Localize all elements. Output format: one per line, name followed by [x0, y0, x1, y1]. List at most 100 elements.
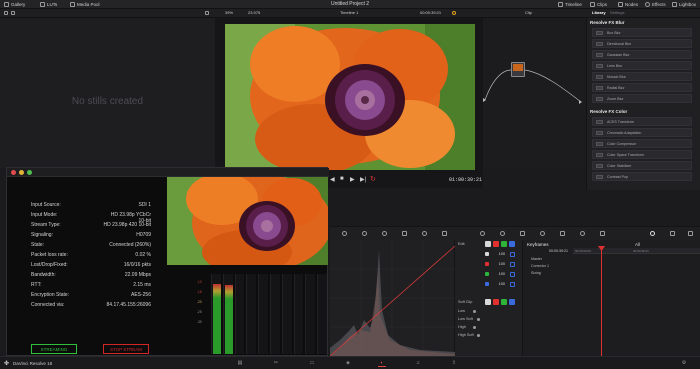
corrector-node[interactable] [511, 62, 525, 77]
channel-toggle[interactable] [510, 252, 515, 257]
color-match-icon[interactable] [362, 231, 367, 236]
stop-icon[interactable]: ■ [340, 176, 344, 182]
slider-handle[interactable] [473, 310, 476, 313]
soft-red-swatch[interactable] [493, 299, 499, 305]
clips-button[interactable]: Clips [590, 1, 607, 8]
maximize-window-icon[interactable] [27, 170, 32, 175]
keyframe-track[interactable]: Sizing [525, 270, 571, 276]
keyframe-track[interactable]: Master [525, 256, 571, 262]
channel-toggle[interactable] [510, 272, 515, 277]
more-options-icon[interactable] [205, 11, 209, 15]
minimize-window-icon[interactable] [19, 170, 24, 175]
effects-button[interactable]: Effects [645, 1, 666, 8]
channel-toggle[interactable] [510, 282, 515, 287]
streaming-button[interactable]: STREAMING [31, 344, 77, 354]
fx-item[interactable]: Color Compressor [592, 139, 692, 148]
library-group-title: Resolve FX Color [590, 109, 628, 114]
fx-item[interactable]: Color Stabilizer [592, 161, 692, 170]
highlight-icon[interactable] [452, 11, 456, 15]
sizing-icon[interactable] [600, 231, 605, 236]
meter-channel [234, 274, 245, 354]
cut-page-icon[interactable]: ✂ [272, 360, 280, 367]
lightbox-button[interactable]: Lightbox [672, 1, 696, 8]
timeline-button[interactable]: Timeline [558, 1, 582, 8]
fx-item[interactable]: Contrast Pop [592, 172, 692, 181]
fairlight-page-icon[interactable]: ♫ [414, 360, 422, 367]
fusion-page-icon[interactable]: ◈ [344, 360, 352, 367]
keyframes-ruler[interactable]: 00:00:00:00 00:00:39:21 [573, 248, 700, 254]
stream-field-label: Encryption State: [31, 292, 70, 298]
viewer-panel: ◀ ■ ▶ ▶| ↻ 01:00:39:21 [215, 18, 483, 188]
grid-view-icon[interactable] [4, 11, 8, 15]
slider-handle[interactable] [473, 326, 476, 329]
next-icon[interactable]: ▶| [360, 176, 366, 183]
fx-item[interactable]: Mosaic Blur [592, 72, 692, 81]
fx-item[interactable]: Box Blur [592, 28, 692, 37]
soft-white-swatch[interactable] [485, 299, 491, 305]
fx-item[interactable]: Chromatic Adaptation [592, 128, 692, 137]
stop-stream-button[interactable]: STOP STREAM [103, 344, 149, 354]
nodes-button[interactable]: Nodes [618, 1, 638, 8]
channel-value[interactable]: 100 [493, 272, 505, 276]
magic-mask-icon[interactable] [540, 231, 545, 236]
motion-effects-icon[interactable] [422, 231, 427, 236]
media-pool-button[interactable]: Media Pool [70, 1, 100, 8]
channel-value[interactable]: 100 [493, 252, 505, 256]
soft-blue-swatch[interactable] [509, 299, 515, 305]
channel-value[interactable]: 100 [493, 262, 505, 266]
channel-toggle[interactable] [510, 262, 515, 267]
tab-settings[interactable]: Settings [610, 10, 624, 15]
slider-handle[interactable] [477, 318, 480, 321]
color-page-icon[interactable]: ◐ [378, 360, 386, 367]
color-wheels-icon[interactable] [382, 231, 387, 236]
channel-green-swatch[interactable] [501, 241, 507, 247]
zoom-level[interactable]: 39% [225, 10, 233, 15]
scopes-icon[interactable] [670, 231, 675, 236]
fx-item[interactable]: Lens Blur [592, 61, 692, 70]
keyframes-filter[interactable]: All [635, 242, 640, 247]
fx-item[interactable]: Zoom Blur [592, 94, 692, 103]
timeline-icon [558, 2, 563, 7]
channel-white-swatch[interactable] [485, 241, 491, 247]
blur-icon[interactable] [560, 231, 565, 236]
loop-icon[interactable]: ↻ [370, 175, 376, 183]
tracker-icon[interactable] [520, 231, 525, 236]
fx-item[interactable]: Radial Blur [592, 83, 692, 92]
info-icon[interactable] [688, 231, 693, 236]
fx-item[interactable]: Gaussian Blur [592, 50, 692, 59]
keyframes-toggle-icon[interactable] [650, 231, 655, 236]
fx-item[interactable]: Color Space Transform [592, 150, 692, 159]
playhead[interactable] [601, 248, 602, 356]
edit-page-icon[interactable]: ▭ [308, 360, 316, 367]
channel-value[interactable]: 100 [493, 282, 505, 286]
luts-button[interactable]: LUTs [40, 1, 57, 8]
curves-icon[interactable] [442, 231, 447, 236]
key-icon[interactable] [580, 231, 585, 236]
play-icon[interactable]: ▶ [350, 176, 355, 183]
fx-item[interactable]: ACES Transform [592, 117, 692, 126]
settings-gear-icon[interactable]: ⚙ [680, 360, 688, 367]
meter-channel [222, 274, 233, 354]
window-icon[interactable] [500, 231, 505, 236]
keyframe-track[interactable]: Corrector 1 [525, 263, 571, 269]
list-view-icon[interactable] [11, 11, 15, 15]
slider-handle[interactable] [477, 334, 480, 337]
channel-blue-swatch[interactable] [509, 241, 515, 247]
timeline-selector[interactable]: Timeline 1 [340, 10, 358, 15]
gallery-button[interactable]: Gallery [4, 1, 25, 8]
qualifier-icon[interactable] [480, 231, 485, 236]
rgb-mixer-icon[interactable] [402, 231, 407, 236]
tab-library[interactable]: Library [592, 10, 606, 15]
media-page-icon[interactable]: ▤ [236, 360, 244, 367]
close-window-icon[interactable] [11, 170, 16, 175]
fx-item[interactable]: Directional Blur [592, 39, 692, 48]
camera-raw-icon[interactable] [342, 231, 347, 236]
meter-level [213, 283, 221, 354]
soft-green-swatch[interactable] [501, 299, 507, 305]
soft-clip-row-label: High Soft [458, 333, 474, 337]
channel-red-swatch[interactable] [493, 241, 499, 247]
rewind-icon[interactable]: ◀ [330, 176, 335, 183]
clip-mode[interactable]: Clip [525, 10, 532, 15]
curve-graph[interactable] [330, 240, 455, 356]
deliver-page-icon[interactable]: ⇪ [450, 360, 458, 367]
